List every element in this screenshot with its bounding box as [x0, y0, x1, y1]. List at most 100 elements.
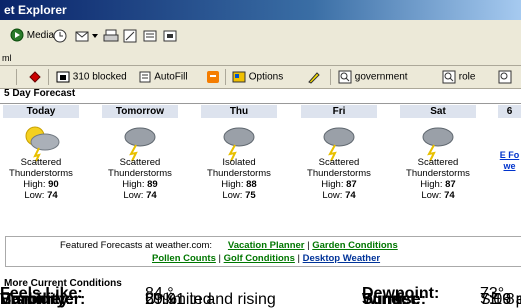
- day-condition-line1: Scattered: [119, 157, 161, 168]
- day-forecast-text: Scattered Thunderstorms High: 87 Low: 74: [400, 157, 476, 201]
- day-name: Today: [3, 105, 79, 118]
- sunset-label: Sunset:: [362, 291, 421, 308]
- desktop-weather-link[interactable]: Desktop Weather: [303, 253, 380, 264]
- page-info-icon[interactable]: [28, 70, 42, 84]
- day-forecast-text: Scattered Thunderstorms High: 89 Low: 74: [102, 157, 178, 201]
- window-title: et Explorer: [4, 3, 67, 17]
- link-separator: |: [215, 253, 224, 264]
- link-separator: |: [294, 253, 303, 264]
- day-name: Sat: [400, 105, 476, 118]
- autofill-icon: [139, 71, 151, 83]
- high-label: High:: [122, 179, 145, 190]
- autofill-label: AutoFill: [154, 71, 188, 83]
- ie-toolbar: Media: [0, 20, 521, 53]
- search-term-label: role: [458, 71, 476, 83]
- media-label: Media: [26, 30, 55, 41]
- toolbar-separator: [330, 69, 331, 85]
- visibility-label: Visibility:: [0, 291, 71, 308]
- day-condition-line1: Scattered: [417, 157, 459, 168]
- highlight-icon[interactable]: [307, 70, 321, 84]
- day-condition-line2: Thunderstorms: [207, 168, 271, 179]
- search-term-icon: [442, 70, 456, 84]
- messenger-icon[interactable]: [162, 28, 178, 44]
- day-low: 74: [47, 190, 58, 201]
- day-low: 74: [444, 190, 455, 201]
- garden-conditions-link[interactable]: Garden Conditions: [312, 240, 398, 251]
- options-icon: [232, 71, 246, 83]
- blogger-button[interactable]: [206, 70, 220, 84]
- toolbar-separator: [48, 69, 49, 85]
- day-high: 90: [48, 179, 59, 190]
- window-titlebar: et Explorer: [0, 0, 521, 20]
- options-button[interactable]: Options: [232, 70, 283, 84]
- low-label: Low:: [123, 190, 144, 201]
- day-high: 87: [445, 179, 456, 190]
- low-label: Low:: [322, 190, 343, 201]
- thunderstorm-icon: [124, 127, 156, 162]
- low-label: Low:: [421, 190, 442, 201]
- day-condition-line1: Scattered: [318, 157, 360, 168]
- options-label: Options: [248, 71, 284, 83]
- mail-icon[interactable]: [74, 28, 90, 44]
- media-button[interactable]: Media: [10, 28, 54, 44]
- popup-blocker-icon: [56, 71, 70, 83]
- search-term-government[interactable]: government: [338, 70, 408, 84]
- media-icon: [10, 28, 24, 42]
- day-condition-line2: Thunderstorms: [108, 168, 172, 179]
- mail-dropdown-icon[interactable]: [91, 32, 99, 40]
- day-name: Thu: [201, 105, 277, 118]
- day-high: 88: [246, 179, 257, 190]
- day-low: 75: [245, 190, 256, 201]
- day-name: Fri: [301, 105, 377, 118]
- day-condition-line2: Thunderstorms: [307, 168, 371, 179]
- day-high: 87: [346, 179, 357, 190]
- high-label: High:: [321, 179, 344, 190]
- day-forecast-text: Scattered Thunderstorms High: 87 Low: 74: [301, 157, 377, 201]
- featured-line-1: Featured Forecasts at weather.com: Vacat…: [60, 240, 398, 251]
- high-label: High:: [23, 179, 46, 190]
- popup-blocker-button[interactable]: 310 blocked: [56, 70, 127, 84]
- day-condition-line1: Scattered: [20, 157, 62, 168]
- day-low: 74: [146, 190, 157, 201]
- thunderstorm-icon: [422, 127, 454, 162]
- low-label: Low:: [24, 190, 45, 201]
- search-term-label: government: [354, 71, 408, 83]
- featured-line-2: Pollen Counts | Golf Conditions | Deskto…: [152, 253, 380, 264]
- blogger-icon: [207, 71, 219, 83]
- discuss-icon[interactable]: [142, 28, 158, 44]
- toolbar-separator: [16, 69, 17, 85]
- featured-intro: Featured Forecasts at weather.com:: [60, 240, 213, 251]
- day-forecast-text: Isolated Thunderstorms High: 88 Low: 75: [201, 157, 277, 201]
- thunderstorm-icon: [323, 127, 355, 162]
- search-term-icon: [338, 70, 352, 84]
- thunderstorm-icon: [223, 127, 255, 162]
- toolbar-separator: [225, 69, 226, 85]
- day-low: 74: [345, 190, 356, 201]
- google-toolbar: 310 blocked AutoFill Options government …: [0, 66, 521, 89]
- day-high: 89: [147, 179, 158, 190]
- print-icon[interactable]: [103, 28, 119, 44]
- day-condition-line1: Isolated: [222, 157, 256, 168]
- day-condition-line2: Thunderstorms: [9, 168, 73, 179]
- edit-icon[interactable]: [122, 28, 138, 44]
- search-term-icon[interactable]: [498, 70, 512, 84]
- vacation-planner-link[interactable]: Vacation Planner: [228, 240, 305, 251]
- popup-blocked-count: 310 blocked: [72, 71, 127, 83]
- address-bar[interactable]: ml: [0, 52, 521, 66]
- forecast-divider: [0, 103, 521, 104]
- low-label: Low:: [222, 190, 243, 201]
- day-forecast-text: Scattered Thunderstorms High: 90 Low: 74: [3, 157, 79, 201]
- day-condition-line2: Thunderstorms: [406, 168, 470, 179]
- golf-conditions-link[interactable]: Golf Conditions: [224, 253, 295, 264]
- featured-forecasts-box: Featured Forecasts at weather.com: Vacat…: [5, 236, 521, 267]
- day-name-partial: 6: [498, 105, 521, 118]
- autofill-button[interactable]: AutoFill: [138, 70, 188, 84]
- sun-thunderstorm-icon: [25, 126, 60, 162]
- history-icon[interactable]: [52, 28, 68, 44]
- high-label: High:: [221, 179, 244, 190]
- pollen-counts-link[interactable]: Pollen Counts: [152, 253, 216, 264]
- detailed-forecast-link[interactable]: E Fo we: [498, 150, 521, 172]
- search-term-role[interactable]: role: [442, 70, 475, 84]
- forecast-heading: 5 Day Forecast: [4, 88, 76, 99]
- address-fragment: ml: [2, 53, 12, 63]
